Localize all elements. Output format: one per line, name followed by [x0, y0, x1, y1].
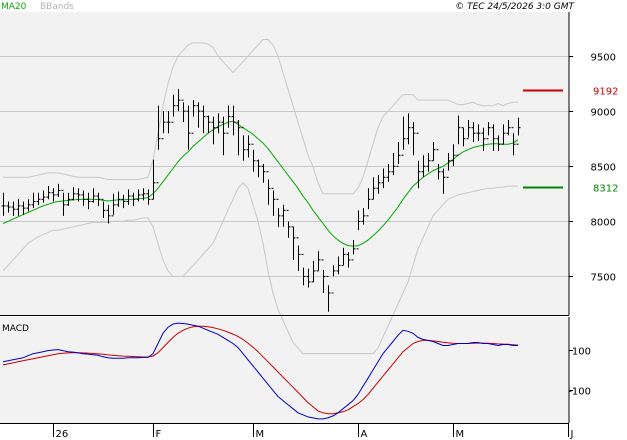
macd-tick-label: -100: [568, 387, 591, 398]
x-tick-label: A: [361, 429, 368, 440]
bbands-legend-label: BBands: [40, 2, 74, 12]
ma20-legend-label: MA20: [1, 2, 27, 12]
x-tick-label: 26: [56, 429, 69, 440]
resistance-level-label: 9192: [593, 87, 618, 98]
price-tick-label: 9500: [591, 53, 616, 64]
x-tick-label: M: [456, 429, 465, 440]
macd-panel-background: [0, 317, 569, 423]
macd-panel-title: MACD: [2, 324, 29, 334]
x-tick-label: M: [256, 429, 265, 440]
price-tick-label: 8500: [591, 163, 616, 174]
x-tick-label: J: [570, 429, 574, 440]
x-tick-label: F: [156, 429, 162, 440]
support-level-label: 8312: [593, 184, 618, 195]
stock-chart: 9192 8312 9500 9000 8500 8000 7500 100 -100 26 F M…: [0, 0, 627, 440]
price-tick-label: 7500: [591, 273, 616, 284]
price-tick-label: 9000: [591, 108, 616, 119]
macd-tick-label: 100: [572, 347, 591, 358]
price-panel-background: [0, 12, 569, 315]
price-tick-label: 8000: [591, 218, 616, 229]
copyright-label: © TEC 24/5/2026 3:0 GMT: [455, 2, 575, 12]
